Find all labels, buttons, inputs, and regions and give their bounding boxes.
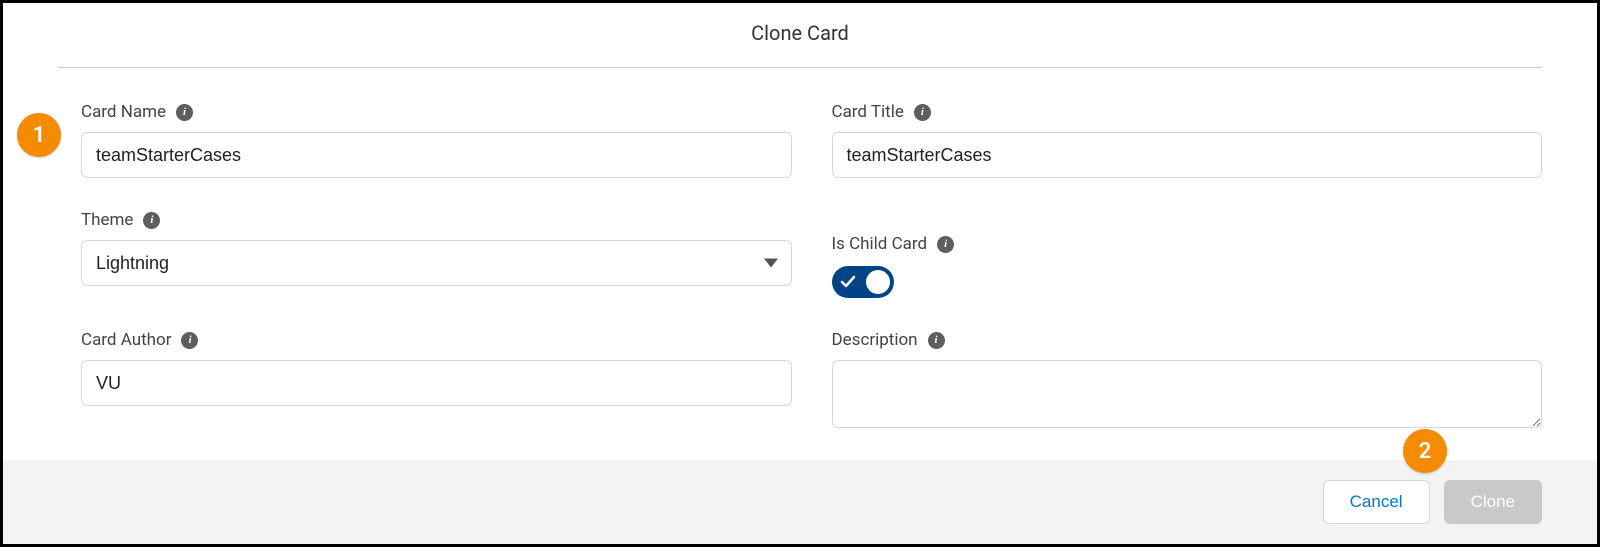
theme-select-wrapper <box>81 240 792 286</box>
card-name-label: Card Name <box>81 102 166 122</box>
card-title-input[interactable] <box>832 132 1543 178</box>
description-field: Description i <box>832 330 1543 428</box>
info-icon[interactable]: i <box>143 212 160 229</box>
toggle-knob <box>865 269 891 295</box>
modal-header: Clone Card <box>3 3 1597 67</box>
card-author-input[interactable] <box>81 360 792 406</box>
form-area: Card Name i Card Title i Theme i <box>3 68 1597 460</box>
description-label: Description <box>832 330 918 350</box>
info-icon[interactable]: i <box>914 104 931 121</box>
annotation-callout-1: 1 <box>17 113 61 157</box>
annotation-callout-2: 2 <box>1403 429 1447 473</box>
card-title-field: Card Title i <box>832 102 1543 178</box>
clone-button[interactable]: Clone <box>1444 480 1542 524</box>
theme-field: Theme i <box>81 210 792 286</box>
info-icon[interactable]: i <box>937 236 954 253</box>
card-name-input[interactable] <box>81 132 792 178</box>
theme-select[interactable] <box>81 240 792 286</box>
is-child-card-label: Is Child Card <box>832 234 928 254</box>
card-name-field: Card Name i <box>81 102 792 178</box>
cancel-button[interactable]: Cancel <box>1323 480 1430 524</box>
card-author-label: Card Author <box>81 330 171 350</box>
info-icon[interactable]: i <box>181 332 198 349</box>
field-label-row: Is Child Card i <box>832 234 1543 254</box>
info-icon[interactable]: i <box>928 332 945 349</box>
field-label-row: Card Author i <box>81 330 792 350</box>
modal-title: Clone Card <box>3 21 1597 45</box>
info-icon[interactable]: i <box>176 104 193 121</box>
theme-label: Theme <box>81 210 133 230</box>
is-child-card-field: Is Child Card i <box>832 210 1543 298</box>
description-textarea[interactable] <box>832 360 1543 428</box>
modal-footer: Cancel Clone <box>3 460 1597 544</box>
card-author-field: Card Author i <box>81 330 792 406</box>
card-title-label: Card Title <box>832 102 904 122</box>
clone-card-modal: Clone Card Card Name i Card Title i Them… <box>3 3 1597 544</box>
field-label-row: Theme i <box>81 210 792 230</box>
field-label-row: Description i <box>832 330 1543 350</box>
is-child-card-toggle[interactable] <box>832 266 894 298</box>
field-label-row: Card Name i <box>81 102 792 122</box>
check-icon <box>840 274 856 290</box>
field-label-row: Card Title i <box>832 102 1543 122</box>
